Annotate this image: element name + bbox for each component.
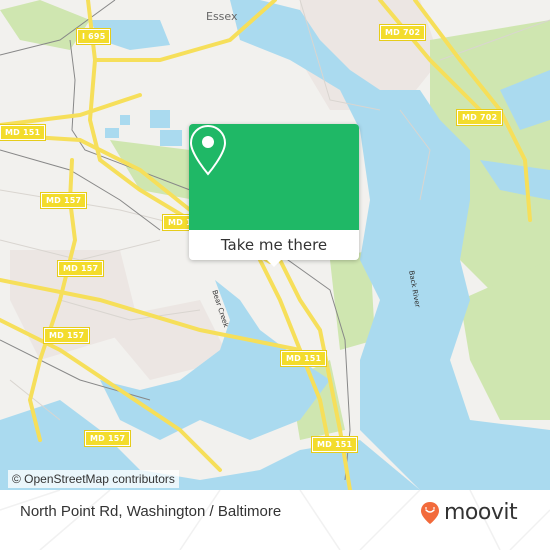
take-me-there-button[interactable]: Take me there — [189, 230, 359, 260]
map-view[interactable]: Essex I 695 MD 702 MD 702 MD 151 MD 157 … — [0, 0, 550, 490]
road-shield-md151: MD 151 — [279, 350, 328, 367]
road-shield-md702: MD 702 — [378, 24, 427, 41]
road-shield-md157: MD 157 — [39, 192, 88, 209]
road-shield-md157: MD 157 — [42, 327, 91, 344]
road-shield-md702: MD 702 — [455, 109, 504, 126]
map-pin-icon — [189, 124, 227, 176]
road-shield-md151: MD 151 — [310, 436, 359, 453]
place-label-essex: Essex — [206, 10, 238, 23]
popup-header — [189, 124, 359, 230]
map-attribution[interactable]: © OpenStreetMap contributors — [8, 470, 179, 488]
road-shield-md157: MD 157 — [56, 260, 105, 277]
footer: North Point Rd, Washington / Baltimore m… — [0, 490, 550, 550]
brand-name: moovit — [444, 500, 518, 525]
location-title: North Point Rd, Washington / Baltimore — [20, 503, 282, 520]
moovit-pin-icon — [421, 501, 439, 524]
road-shield-i695: I 695 — [75, 28, 112, 45]
location-popup[interactable]: Take me there — [189, 124, 359, 267]
page: Essex I 695 MD 702 MD 702 MD 151 MD 157 … — [0, 0, 550, 550]
popup-pointer — [266, 259, 282, 267]
road-shield-md151: MD 151 — [0, 124, 47, 141]
road-shield-md157: MD 157 — [83, 430, 132, 447]
moovit-logo[interactable]: moovit — [420, 500, 518, 525]
